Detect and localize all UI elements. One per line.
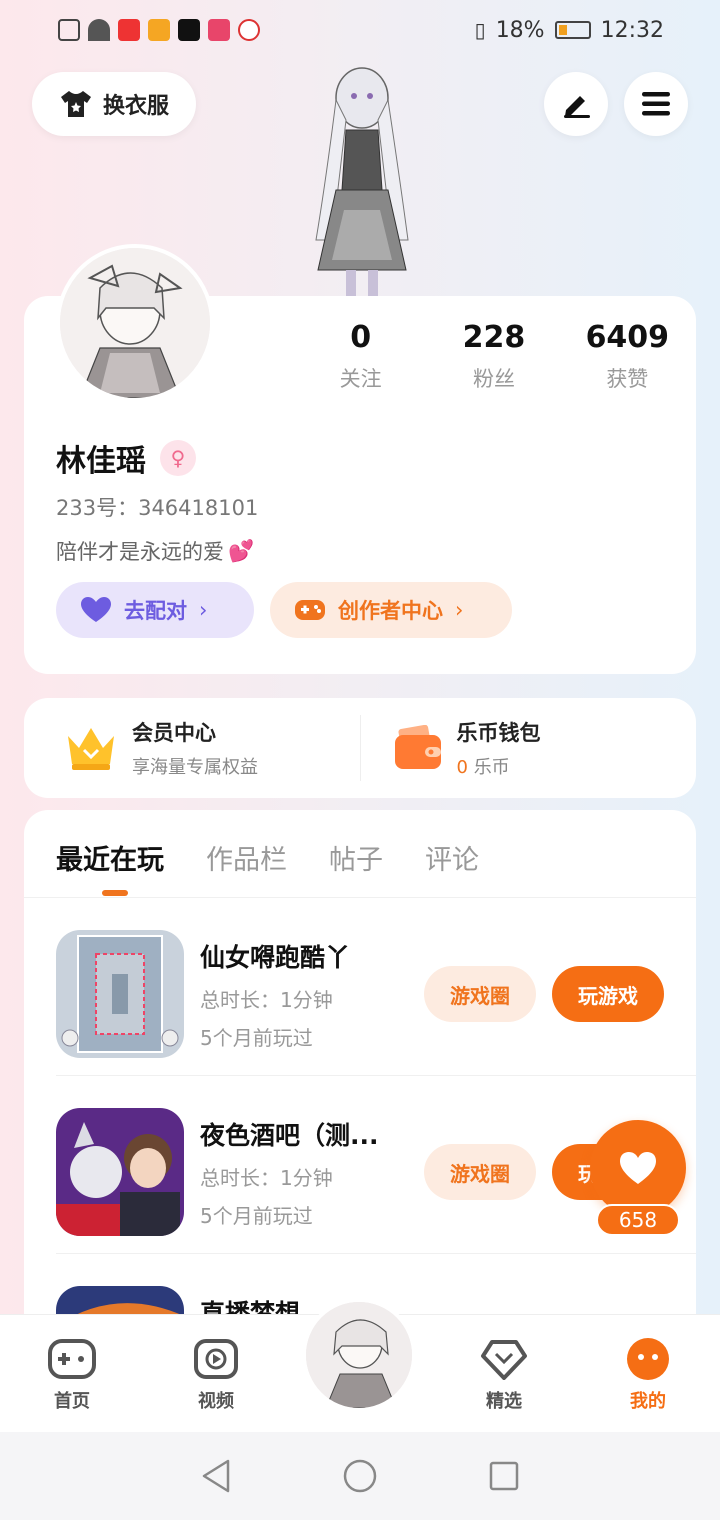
hearts-emoji-icon: 💕	[228, 538, 255, 563]
change-outfit-label: 换衣服	[102, 94, 169, 119]
fans-count: 228	[462, 320, 526, 355]
game-circle-button[interactable]: 游戏圈	[424, 966, 536, 1022]
nav-video[interactable]: 视频	[166, 1335, 266, 1413]
location-icon	[238, 19, 260, 41]
menu-icon	[642, 92, 670, 116]
member-center-entry[interactable]: 会员中心 享海量专属权益	[24, 717, 360, 779]
creator-center-label: 创作者中心	[338, 599, 443, 623]
huawei-app-icon	[118, 19, 140, 41]
system-navigation-bar	[0, 1432, 720, 1520]
recents-icon[interactable]	[488, 1460, 520, 1492]
wifi-icon	[88, 19, 110, 41]
likes-stat[interactable]: 6409 获赞	[561, 320, 694, 393]
game-duration: 总时长：1分钟	[200, 988, 333, 1012]
chevron-right-icon: ›	[199, 598, 208, 622]
fans-stat[interactable]: 228 粉丝	[427, 320, 560, 393]
edit-profile-button[interactable]	[544, 72, 608, 136]
tshirt-icon	[60, 91, 91, 117]
following-count: 0	[350, 320, 372, 355]
wallet-unit: 乐币	[473, 757, 510, 778]
crown-icon	[68, 728, 114, 770]
pair-label: 去配对	[124, 599, 187, 623]
diamond-heart-icon	[481, 1340, 527, 1380]
game-circle-button[interactable]: 游戏圈	[424, 1144, 536, 1200]
user-id: 233号：346418101	[56, 496, 259, 520]
game-thumbnail[interactable]	[56, 1108, 184, 1236]
recent-games-card: 最近在玩 作品栏 帖子 评论 仙女嘚跑酷丫 总时长：1分钟 5个月前玩过 游戏圈…	[24, 810, 696, 1330]
following-stat[interactable]: 0 关注	[294, 320, 427, 393]
game-title: 仙女嘚跑酷丫	[200, 943, 351, 972]
creator-center-button[interactable]: 创作者中心 ›	[270, 582, 512, 638]
face-icon	[627, 1338, 669, 1380]
home-icon[interactable]	[342, 1458, 378, 1494]
status-bar: ▯ 18% 12:32	[0, 0, 720, 60]
user-avatar[interactable]	[56, 244, 214, 402]
status-icons	[58, 19, 260, 41]
battery-percent: 18%	[495, 17, 545, 43]
bio-row: 陪伴才是永远的爱 💕	[56, 536, 254, 566]
username: 林佳瑶	[56, 444, 146, 479]
tab-works[interactable]: 作品栏	[206, 838, 287, 897]
like-count: 658	[596, 1204, 680, 1236]
chevron-right-icon: ›	[455, 598, 464, 622]
pen-icon	[564, 96, 590, 118]
gamepad-icon	[295, 600, 325, 620]
fans-label: 粉丝	[472, 367, 515, 391]
tab-recently-played[interactable]: 最近在玩	[56, 838, 164, 897]
battery-icon	[554, 21, 591, 39]
game-duration: 总时长：1分钟	[200, 1166, 333, 1190]
clock: 12:32	[600, 17, 664, 43]
nav-home[interactable]: 首页	[22, 1335, 122, 1413]
game-thumbnail[interactable]	[56, 930, 184, 1058]
nav-featured-label: 精选	[486, 1391, 522, 1412]
gamepad-icon	[48, 1339, 96, 1379]
tab-posts[interactable]: 帖子	[329, 838, 383, 897]
app-icon	[208, 19, 230, 41]
member-center-subtitle: 享海量专属权益	[132, 757, 258, 778]
game-row[interactable]: 仙女嘚跑酷丫 总时长：1分钟 5个月前玩过 游戏圈 玩游戏	[56, 898, 696, 1076]
tab-comments[interactable]: 评论	[425, 838, 479, 897]
app-icon	[148, 19, 170, 41]
member-center-title: 会员中心	[132, 721, 216, 745]
bio-text: 陪伴才是永远的爱	[56, 540, 224, 564]
center-avatar-button[interactable]	[302, 1298, 416, 1412]
wallet-balance-row: 0 乐币	[457, 753, 541, 779]
pair-button[interactable]: 去配对 ›	[56, 582, 254, 638]
vibrate-icon: ▯	[474, 18, 486, 42]
profile-tabs: 最近在玩 作品栏 帖子 评论	[24, 810, 696, 898]
game-last-played: 5个月前玩过	[200, 1204, 313, 1228]
following-label: 关注	[339, 367, 382, 391]
member-wallet-card: 会员中心 享海量专属权益 乐币钱包 0 乐币	[24, 698, 696, 798]
video-app-icon	[178, 19, 200, 41]
like-button[interactable]	[590, 1120, 686, 1216]
status-right: ▯ 18% 12:32	[475, 18, 664, 43]
wallet-icon	[394, 725, 441, 769]
wallet-balance: 0	[456, 757, 468, 778]
heart-icon	[81, 597, 111, 622]
likes-count: 6409	[585, 320, 670, 355]
change-outfit-button[interactable]: 换衣服	[32, 72, 196, 136]
play-game-button[interactable]: 玩游戏	[552, 966, 664, 1022]
wallet-entry[interactable]: 乐币钱包 0 乐币	[361, 717, 697, 779]
back-icon[interactable]	[200, 1458, 232, 1494]
menu-button[interactable]	[624, 72, 688, 136]
female-icon: ♀	[160, 440, 196, 476]
alert-icon	[58, 19, 80, 41]
game-title: 夜色酒吧（测...	[200, 1121, 379, 1150]
wallet-title: 乐币钱包	[456, 721, 541, 745]
username-row: 林佳瑶 ♀	[56, 436, 196, 480]
nav-video-label: 视频	[198, 1391, 234, 1412]
heart-icon	[620, 1152, 656, 1184]
nav-mine[interactable]: 我的	[598, 1335, 698, 1413]
nav-mine-label: 我的	[630, 1391, 666, 1412]
nav-home-label: 首页	[54, 1391, 90, 1412]
video-icon	[194, 1339, 238, 1379]
likes-label: 获赞	[606, 367, 649, 391]
avatar-character-figure[interactable]	[296, 60, 428, 296]
profile-stats: 0 关注 228 粉丝 6409 获赞	[294, 320, 694, 393]
game-last-played: 5个月前玩过	[200, 1026, 313, 1050]
nav-featured[interactable]: 精选	[454, 1335, 554, 1413]
